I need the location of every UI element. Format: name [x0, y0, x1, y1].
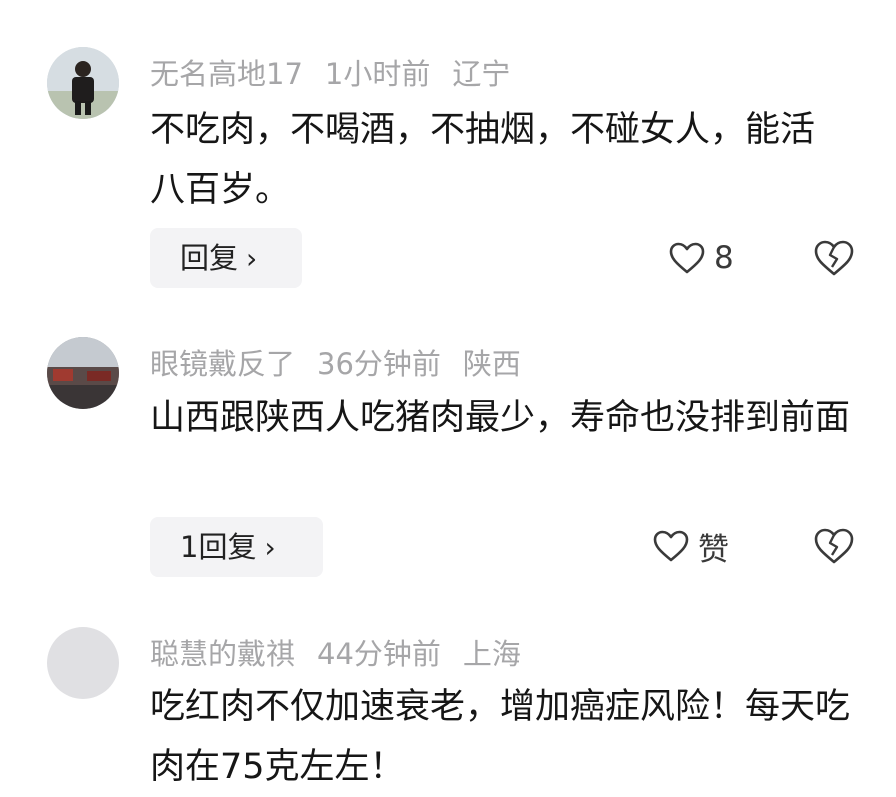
avatar[interactable] [47, 627, 119, 699]
username[interactable]: 聪慧的戴祺 [150, 637, 295, 671]
comment-meta: 聪慧的戴祺 44分钟前 上海 [150, 631, 543, 673]
timestamp: 44分钟前 [317, 637, 441, 671]
comment-item: 聪慧的戴祺 44分钟前 上海 吃红肉不仅加速衰老，增加癌症风险！每天吃肉在75克左左… [0, 0, 896, 787]
comment-text: 吃红肉不仅加速衰老，增加癌症风险！每天吃肉在75克左左！ [150, 687, 851, 787]
location: 上海 [462, 637, 521, 671]
